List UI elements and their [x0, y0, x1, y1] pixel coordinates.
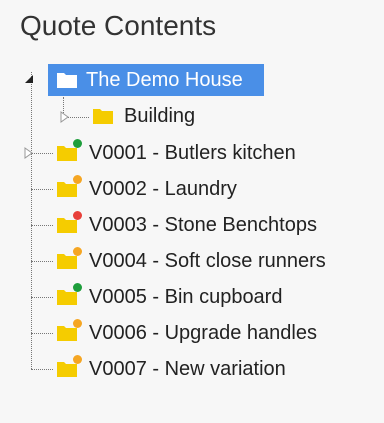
tree-node-v0001[interactable]: V0001 - Butlers kitchen	[56, 137, 296, 169]
tree-node-building[interactable]: Building	[92, 100, 195, 132]
tree-node-v0005[interactable]: V0005 - Bin cupboard	[56, 281, 282, 313]
v0001-expand-toggle[interactable]	[24, 147, 34, 159]
tree-v6-hline	[31, 333, 53, 334]
status-green-dot-icon	[73, 139, 82, 148]
folder-icon	[56, 211, 82, 234]
tree-v7-hline	[31, 369, 53, 370]
folder-icon	[92, 107, 114, 125]
tree-node-v0001-label: V0001 - Butlers kitchen	[89, 141, 296, 164]
tree-node-v0002[interactable]: V0002 - Laundry	[56, 173, 237, 205]
tree-node-v0002-label: V0002 - Laundry	[89, 177, 237, 200]
status-orange-dot-icon	[73, 175, 82, 184]
folder-icon	[56, 247, 82, 270]
folder-icon	[56, 355, 82, 378]
tree-root-line	[31, 72, 32, 369]
quote-tree: The Demo House Building V0001 - Butlers …	[0, 0, 384, 423]
root-collapse-toggle[interactable]	[24, 72, 34, 84]
tree-node-v0007[interactable]: V0007 - New variation	[56, 353, 286, 385]
status-orange-dot-icon	[73, 247, 82, 256]
tree-node-root[interactable]: The Demo House	[48, 64, 264, 96]
folder-icon	[56, 175, 82, 198]
tree-node-v0003-label: V0003 - Stone Benchtops	[89, 213, 317, 236]
tree-v3-hline	[31, 225, 53, 226]
tree-node-v0006-label: V0006 - Upgrade handles	[89, 321, 317, 344]
folder-icon	[56, 283, 82, 306]
folder-open-icon	[56, 71, 78, 89]
tree-v5-hline	[31, 297, 53, 298]
status-green-dot-icon	[73, 283, 82, 292]
status-orange-dot-icon	[73, 319, 82, 328]
tree-v1-hline	[31, 153, 53, 154]
tree-node-building-label: Building	[124, 104, 196, 127]
folder-icon	[56, 139, 82, 162]
tree-node-root-label: The Demo House	[86, 68, 243, 91]
tree-v2-hline	[31, 189, 53, 190]
status-orange-dot-icon	[73, 355, 82, 364]
status-red-dot-icon	[73, 211, 82, 220]
tree-node-v0004-label: V0004 - Soft close runners	[89, 249, 326, 272]
tree-node-v0004[interactable]: V0004 - Soft close runners	[56, 245, 326, 277]
tree-node-v0005-label: V0005 - Bin cupboard	[89, 285, 283, 308]
building-expand-toggle[interactable]	[60, 111, 70, 123]
tree-v4-hline	[31, 261, 53, 262]
tree-node-v0007-label: V0007 - New variation	[89, 357, 286, 380]
tree-node-v0006[interactable]: V0006 - Upgrade handles	[56, 317, 317, 349]
tree-node-v0003[interactable]: V0003 - Stone Benchtops	[56, 209, 317, 241]
folder-icon	[56, 319, 82, 342]
